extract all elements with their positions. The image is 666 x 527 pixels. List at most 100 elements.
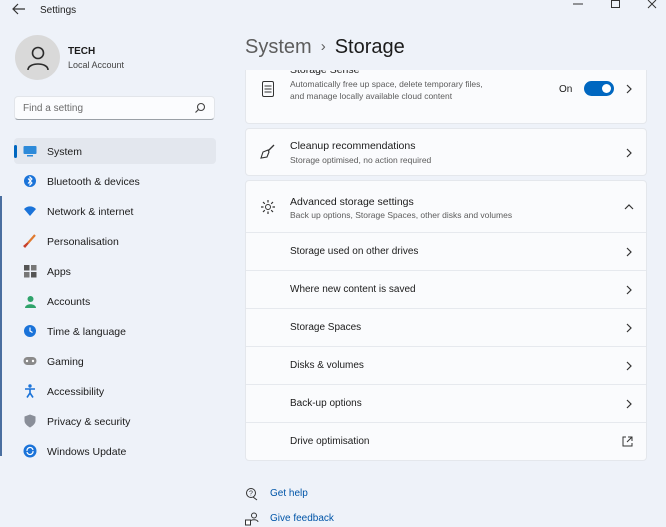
cleanup-description: Storage optimised, no action required (290, 155, 432, 165)
breadcrumb-parent[interactable]: System (245, 36, 312, 58)
sidebar-item-label: Time & language (47, 326, 126, 338)
paintbrush-icon (23, 234, 37, 248)
disks-volumes-row[interactable]: Disks & volumes (246, 346, 646, 384)
search-input[interactable] (23, 101, 193, 116)
storage-sense-toggle[interactable] (584, 81, 614, 96)
accessibility-icon (23, 384, 37, 398)
toggle-knob (602, 84, 611, 93)
advanced-storage-header[interactable]: Advanced storage settings Back up option… (246, 181, 646, 233)
minimize-icon (573, 3, 583, 5)
cleanup-recommendations-card[interactable]: Cleanup recommendations Storage optimise… (245, 128, 647, 176)
sidebar-item-accessibility[interactable]: Accessibility (14, 378, 216, 404)
wifi-icon (23, 204, 37, 218)
backup-options-row[interactable]: Back-up options (246, 384, 646, 422)
chevron-right-icon (626, 323, 632, 333)
chevron-right-icon (626, 247, 632, 257)
sub-row-label: Where new content is saved (290, 284, 416, 295)
sidebar-nav: System Bluetooth & devices Network & int… (14, 138, 216, 468)
globe-clock-icon (23, 324, 37, 338)
person-icon (23, 294, 37, 308)
maximize-icon (611, 0, 620, 8)
gear-icon (260, 199, 276, 215)
sub-row-label: Storage Spaces (290, 322, 362, 333)
broom-icon (260, 144, 276, 160)
account-type: Local Account (68, 60, 125, 70)
bluetooth-icon (23, 174, 37, 188)
sidebar-item-windows-update[interactable]: Windows Update (14, 438, 216, 464)
give-feedback-link[interactable]: Give feedback (245, 510, 365, 527)
back-button[interactable] (11, 2, 29, 18)
storage-sense-card[interactable]: Storage Sense Automatically free up spac… (245, 64, 647, 124)
chevron-right-icon (626, 148, 632, 158)
breadcrumb-separator: › (320, 38, 326, 55)
give-feedback-label: Give feedback (270, 513, 334, 524)
storage-sense-description: Automatically free up space, delete temp… (290, 79, 483, 101)
toggle-state-label: On (559, 84, 573, 95)
sidebar-item-gaming[interactable]: Gaming (14, 348, 216, 374)
page-title: Storage (334, 36, 405, 58)
sync-icon (23, 444, 37, 458)
get-help-link[interactable]: ? Get help (245, 485, 365, 503)
advanced-storage-description: Back up options, Storage Spaces, other d… (290, 210, 513, 220)
chevron-right-icon (626, 285, 632, 295)
apps-grid-icon (23, 264, 37, 278)
user-name: TECH (68, 46, 96, 57)
sidebar-item-label: Personalisation (47, 236, 119, 248)
sidebar-item-bluetooth[interactable]: Bluetooth & devices (14, 168, 216, 194)
sidebar-item-privacy[interactable]: Privacy & security (14, 408, 216, 434)
sidebar-item-accounts[interactable]: Accounts (14, 288, 216, 314)
feedback-icon (245, 512, 259, 526)
sidebar-item-label: Network & internet (47, 206, 134, 218)
storage-other-drives-row[interactable]: Storage used on other drives (246, 232, 646, 270)
minimize-button[interactable] (568, 0, 588, 10)
cleanup-title: Cleanup recommendations (290, 140, 416, 152)
title-bar: Settings (0, 0, 666, 22)
arrow-left-icon (12, 3, 25, 15)
chevron-right-icon (626, 361, 632, 371)
drive-optimisation-row[interactable]: Drive optimisation (246, 422, 646, 460)
sidebar-item-label: Gaming (47, 356, 84, 368)
storage-drive-icon (260, 81, 276, 97)
external-link-icon (622, 436, 633, 447)
avatar (15, 35, 60, 80)
new-content-saved-row[interactable]: Where new content is saved (246, 270, 646, 308)
sub-row-label: Storage used on other drives (290, 246, 419, 257)
window-title: Settings (40, 5, 77, 16)
sidebar-item-label: Accessibility (47, 386, 105, 398)
advanced-storage-card: Advanced storage settings Back up option… (245, 180, 647, 461)
sidebar-item-network[interactable]: Network & internet (14, 198, 216, 224)
sidebar-item-label: Privacy & security (47, 416, 131, 428)
advanced-storage-title: Advanced storage settings (290, 196, 414, 208)
gamepad-icon (23, 354, 37, 368)
system-display-icon (23, 144, 37, 158)
breadcrumb: System › Storage (245, 36, 405, 59)
chevron-right-icon (626, 399, 632, 409)
user-avatar-icon (26, 46, 49, 70)
sub-row-label: Drive optimisation (290, 436, 370, 447)
sidebar-item-label: Windows Update (47, 446, 127, 458)
storage-sense-title: Storage Sense (290, 64, 360, 76)
window-edge (0, 196, 2, 456)
sidebar-item-system[interactable]: System (14, 138, 216, 164)
sub-row-label: Back-up options (290, 398, 362, 409)
search-box[interactable] (14, 96, 215, 120)
shield-icon (23, 414, 37, 428)
selection-indicator (14, 145, 17, 158)
sidebar-item-personalisation[interactable]: Personalisation (14, 228, 216, 254)
close-button[interactable] (643, 0, 663, 10)
sidebar-item-time-language[interactable]: Time & language (14, 318, 216, 344)
help-chat-icon: ? (246, 488, 258, 501)
search-icon[interactable] (194, 102, 206, 114)
sidebar-item-label: Bluetooth & devices (47, 176, 140, 188)
maximize-button[interactable] (606, 0, 626, 10)
sidebar-item-apps[interactable]: Apps (14, 258, 216, 284)
sub-row-label: Disks & volumes (290, 360, 364, 371)
svg-text:?: ? (249, 491, 253, 498)
sidebar-item-label: Accounts (47, 296, 91, 308)
close-icon (647, 0, 657, 9)
sidebar-item-label: System (47, 146, 83, 158)
storage-spaces-row[interactable]: Storage Spaces (246, 308, 646, 346)
get-help-label: Get help (270, 488, 308, 499)
chevron-right-icon (626, 84, 632, 94)
chevron-up-icon (624, 204, 634, 210)
